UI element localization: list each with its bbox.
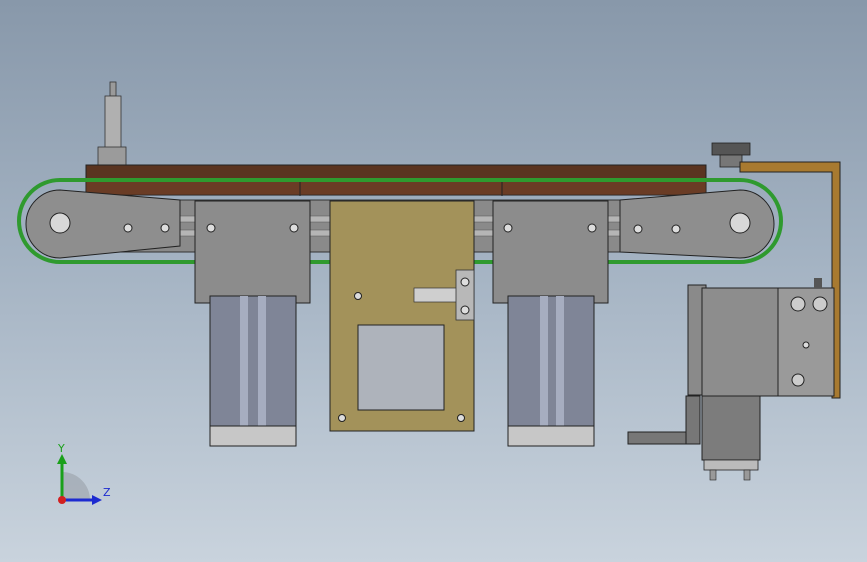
left-pulley <box>25 189 181 259</box>
x-axis-origin-icon <box>58 496 66 504</box>
actuator-block <box>627 278 835 481</box>
cad-viewport[interactable]: Y Z <box>0 0 867 562</box>
y-axis-label: Y <box>58 442 65 455</box>
z-axis-arrowhead-icon <box>92 495 102 505</box>
orientation-triad[interactable]: Y Z <box>50 440 120 510</box>
mounting-plate <box>329 200 475 432</box>
y-axis-arrowhead-icon <box>57 454 67 464</box>
right-pulley <box>619 189 775 259</box>
z-axis-label: Z <box>103 486 111 499</box>
left-motor <box>194 200 311 447</box>
triad-plane-icon <box>62 472 90 500</box>
right-motor <box>492 200 609 447</box>
conveyor-model[interactable] <box>0 0 867 562</box>
